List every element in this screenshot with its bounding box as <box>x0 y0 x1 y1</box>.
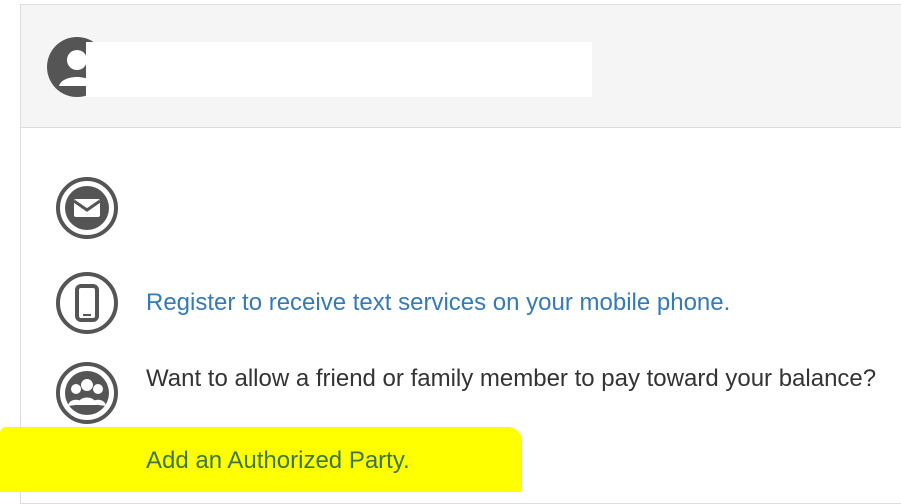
register-text-services-link[interactable]: Register to receive text services on you… <box>146 286 730 320</box>
add-authorized-party-link[interactable]: Add an Authorized Party. <box>146 444 410 478</box>
redacted-name <box>86 42 592 97</box>
mobile-phone-icon <box>56 272 118 334</box>
envelope-icon <box>56 177 118 239</box>
authorized-party-prompt: Want to allow a friend or family member … <box>146 365 877 392</box>
group-users-icon <box>56 362 118 424</box>
